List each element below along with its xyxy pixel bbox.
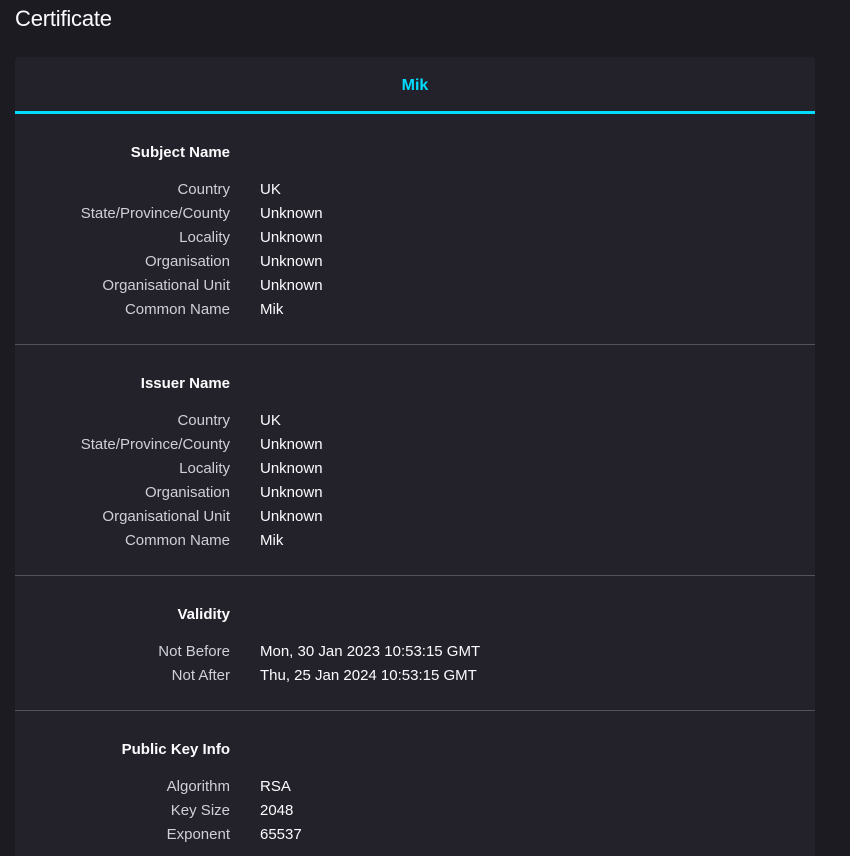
field-value: Unknown xyxy=(260,436,323,453)
section-title: Issuer Name xyxy=(140,375,230,392)
info-row: Organisational Unit Unknown xyxy=(15,505,815,529)
field-label: Organisation xyxy=(144,253,230,270)
info-row: Not Before Mon, 30 Jan 2023 10:53:15 GMT xyxy=(15,640,815,664)
field-value: Unknown xyxy=(260,508,323,525)
field-value: Unknown xyxy=(260,205,323,222)
field-label: Exponent xyxy=(166,826,230,843)
field-value: Mik xyxy=(260,532,284,549)
field-value: Unknown xyxy=(260,277,323,294)
section-title: Public Key Info xyxy=(121,741,230,758)
field-value: RSA xyxy=(260,778,291,795)
field-label: Organisation xyxy=(144,484,230,501)
field-label: Not Before xyxy=(158,643,230,660)
field-label: Locality xyxy=(179,229,230,246)
field-value: Unknown xyxy=(260,484,323,501)
tab-certificate-mik[interactable]: Mik xyxy=(402,74,429,95)
info-row: Country UK xyxy=(15,178,815,202)
info-row: Algorithm RSA xyxy=(15,775,815,799)
field-value: Unknown xyxy=(260,253,323,270)
field-label: Country xyxy=(177,412,230,429)
field-label: Organisational Unit xyxy=(102,508,230,525)
field-label: Country xyxy=(177,181,230,198)
subject-name-section: Subject Name Country UK State/Province/C… xyxy=(15,114,815,345)
field-value: Unknown xyxy=(260,229,323,246)
section-title: Validity xyxy=(177,606,230,623)
field-value: Mon, 30 Jan 2023 10:53:15 GMT xyxy=(260,643,481,660)
info-row: Common Name Mik xyxy=(15,298,815,322)
field-label: Common Name xyxy=(124,532,230,549)
field-value: Unknown xyxy=(260,460,323,477)
info-row: Locality Unknown xyxy=(15,226,815,250)
field-label: Common Name xyxy=(124,301,230,318)
field-value: UK xyxy=(260,412,281,429)
field-value: Mik xyxy=(260,301,284,318)
info-row: Organisation Unknown xyxy=(15,481,815,505)
field-label: State/Province/County xyxy=(80,205,230,222)
field-value: UK xyxy=(260,181,281,198)
info-row: Exponent 65537 xyxy=(15,823,815,847)
field-label: Organisational Unit xyxy=(102,277,230,294)
info-row: Locality Unknown xyxy=(15,457,815,481)
field-label: Algorithm xyxy=(166,778,230,795)
field-value: Thu, 25 Jan 2024 10:53:15 GMT xyxy=(260,667,477,684)
field-value: 2048 xyxy=(260,802,294,819)
public-key-info-section: Public Key Info Algorithm RSA Key Size 2… xyxy=(15,711,815,856)
certificate-page: Certificate Mik Subject Name Country UK … xyxy=(0,0,850,856)
field-label: Not After xyxy=(171,667,230,684)
issuer-name-section: Issuer Name Country UK State/Province/Co… xyxy=(15,345,815,576)
certificate-card: Mik Subject Name Country UK State/Provin… xyxy=(15,57,815,856)
field-label: Locality xyxy=(179,460,230,477)
field-label: State/Province/County xyxy=(80,436,230,453)
info-row: State/Province/County Unknown xyxy=(15,202,815,226)
info-row: Key Size 2048 xyxy=(15,799,815,823)
info-row: Not After Thu, 25 Jan 2024 10:53:15 GMT xyxy=(15,664,815,688)
field-label: Key Size xyxy=(170,802,230,819)
info-row: Country UK xyxy=(15,409,815,433)
info-row: Common Name Mik xyxy=(15,529,815,553)
section-title: Subject Name xyxy=(130,144,230,161)
info-row: Organisational Unit Unknown xyxy=(15,274,815,298)
info-row: Organisation Unknown xyxy=(15,250,815,274)
info-row: State/Province/County Unknown xyxy=(15,433,815,457)
field-value: 65537 xyxy=(260,826,302,843)
validity-section: Validity Not Before Mon, 30 Jan 2023 10:… xyxy=(15,576,815,711)
page-title: Certificate xyxy=(15,6,112,31)
certificate-tabbar: Mik xyxy=(15,57,815,114)
